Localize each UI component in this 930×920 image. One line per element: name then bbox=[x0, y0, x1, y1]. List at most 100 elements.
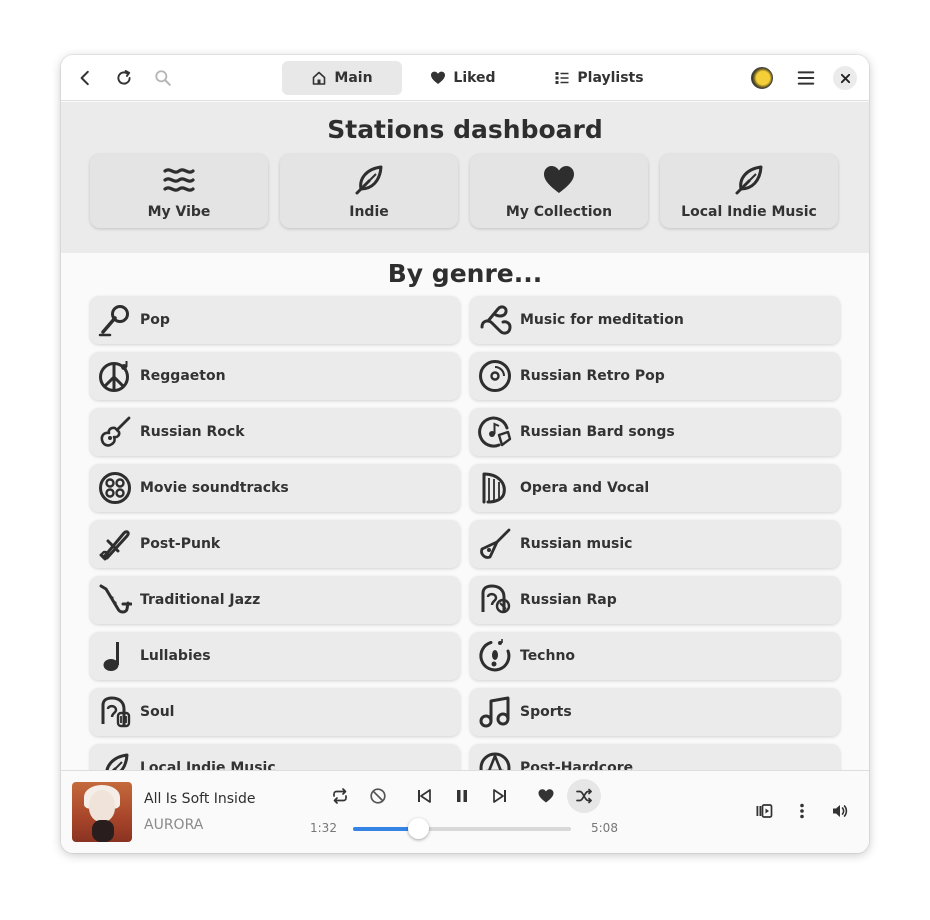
pause-icon bbox=[457, 790, 467, 802]
repeat-button[interactable] bbox=[325, 781, 355, 811]
shuffle-icon bbox=[576, 788, 592, 804]
waves-icon bbox=[163, 168, 195, 192]
more-vertical-icon bbox=[800, 803, 804, 819]
heart-icon bbox=[544, 166, 574, 193]
genre-lullabies[interactable]: Lullabies bbox=[90, 632, 460, 680]
genre-russian-bard-songs[interactable]: Russian Bard songs bbox=[470, 408, 840, 456]
dislike-button[interactable] bbox=[363, 781, 393, 811]
genre-label: Russian Bard songs bbox=[520, 424, 675, 440]
genre-label: Soul bbox=[140, 704, 175, 720]
genre-russian-rock[interactable]: Russian Rock bbox=[90, 408, 460, 456]
microphone-icon bbox=[98, 305, 129, 337]
volume-button[interactable] bbox=[825, 796, 855, 826]
lotus-icon bbox=[480, 305, 512, 335]
close-icon bbox=[840, 73, 850, 83]
genre-label: Local Indie Music bbox=[140, 760, 276, 770]
genre-label: Russian Rock bbox=[140, 424, 245, 440]
station-label: My Collection bbox=[505, 204, 613, 220]
back-button[interactable] bbox=[69, 62, 101, 94]
genre-pop[interactable]: Pop bbox=[90, 296, 460, 344]
tab-liked[interactable]: Liked bbox=[402, 61, 524, 95]
refresh-button[interactable] bbox=[108, 62, 140, 94]
vinyl-icon bbox=[479, 360, 511, 392]
genre-post-punk[interactable]: Post-Punk bbox=[90, 520, 460, 568]
main-content[interactable]: Stations dashboard My Vibe Indie My Coll… bbox=[61, 102, 869, 770]
avatar[interactable] bbox=[751, 67, 773, 89]
album-cover[interactable] bbox=[72, 782, 132, 842]
peace-note-icon bbox=[99, 361, 129, 392]
genre-label: Russian music bbox=[520, 536, 633, 552]
play-pause-button[interactable] bbox=[447, 781, 477, 811]
list-icon bbox=[555, 72, 569, 84]
genre-label: Russian Rap bbox=[520, 592, 617, 608]
tab-liked-label: Liked bbox=[453, 70, 496, 86]
genre-movie-soundtracks[interactable]: Movie soundtracks bbox=[90, 464, 460, 512]
genre-label: Traditional Jazz bbox=[140, 592, 261, 608]
app-window: Main Liked Playlists Stations dashboard bbox=[61, 55, 869, 853]
next-track-button[interactable] bbox=[485, 781, 515, 811]
station-label: Local Indie Music bbox=[681, 204, 817, 220]
more-options-button[interactable] bbox=[787, 796, 817, 826]
genre-soul[interactable]: Soul bbox=[90, 688, 460, 736]
genre-opera-and-vocal[interactable]: Opera and Vocal bbox=[470, 464, 840, 512]
genre-post-hardcore[interactable]: Post-Hardcore bbox=[470, 744, 840, 770]
film-reel-icon bbox=[99, 472, 131, 504]
view-switcher: Main Liked Playlists bbox=[282, 61, 674, 95]
like-button[interactable] bbox=[531, 781, 561, 811]
genre-reggaeton[interactable]: Reggaeton bbox=[90, 352, 460, 400]
genre-russian-rap[interactable]: Russian Rap bbox=[470, 576, 840, 624]
soul-face-icon bbox=[101, 696, 131, 728]
elapsed-time: 1:32 bbox=[310, 821, 337, 835]
seek-bar[interactable] bbox=[353, 827, 571, 831]
genres-title: By genre... bbox=[387, 259, 543, 288]
genre-label: Russian Retro Pop bbox=[520, 368, 665, 384]
queue-icon bbox=[756, 804, 773, 818]
genre-label: Reggaeton bbox=[140, 368, 226, 384]
genre-russian-music[interactable]: Russian music bbox=[470, 520, 840, 568]
refresh-icon bbox=[117, 70, 131, 85]
main-menu-button[interactable] bbox=[790, 62, 822, 94]
stations-dashboard: Stations dashboard My Vibe Indie My Coll… bbox=[61, 102, 869, 253]
tab-playlists[interactable]: Playlists bbox=[524, 61, 674, 95]
genre-label: Techno bbox=[520, 648, 576, 664]
search-button[interactable] bbox=[147, 62, 179, 94]
home-icon bbox=[313, 71, 326, 85]
station-indie[interactable]: Indie bbox=[280, 154, 458, 228]
total-duration: 5:08 bbox=[591, 821, 618, 835]
previous-track-button[interactable] bbox=[409, 781, 439, 811]
skip-back-icon bbox=[418, 789, 431, 803]
genre-techno[interactable]: Techno bbox=[470, 632, 840, 680]
seek-bar-handle[interactable] bbox=[407, 818, 429, 839]
dashboard-title: Stations dashboard bbox=[327, 115, 603, 144]
volume-icon bbox=[833, 805, 848, 817]
repeat-icon bbox=[333, 788, 347, 804]
tab-playlists-label: Playlists bbox=[577, 70, 644, 86]
safety-pin-icon bbox=[99, 530, 130, 561]
hamburger-menu-icon bbox=[797, 71, 815, 85]
genre-label: Music for meditation bbox=[520, 312, 684, 328]
station-local-indie-music[interactable]: Local Indie Music bbox=[660, 154, 838, 228]
skip-forward-icon bbox=[493, 789, 506, 803]
shuffle-button[interactable] bbox=[567, 779, 601, 813]
feather-icon bbox=[735, 165, 763, 195]
close-window-button[interactable] bbox=[833, 66, 857, 90]
saxophone-icon bbox=[99, 584, 132, 614]
track-title[interactable]: All Is Soft Inside bbox=[144, 791, 255, 807]
genre-traditional-jazz[interactable]: Traditional Jazz bbox=[90, 576, 460, 624]
header-bar: Main Liked Playlists bbox=[61, 55, 869, 101]
balalaika-icon bbox=[480, 528, 511, 559]
tab-main[interactable]: Main bbox=[282, 61, 402, 95]
station-my-vibe[interactable]: My Vibe bbox=[90, 154, 268, 228]
music-notes-icon bbox=[479, 696, 510, 728]
genre-local-indie-music[interactable]: Local Indie Music bbox=[90, 744, 460, 770]
genre-music-for-meditation[interactable]: Music for meditation bbox=[470, 296, 840, 344]
genre-sports[interactable]: Sports bbox=[470, 688, 840, 736]
queue-button[interactable] bbox=[749, 796, 779, 826]
genre-label: Post-Hardcore bbox=[520, 760, 634, 770]
genre-russian-retro-pop[interactable]: Russian Retro Pop bbox=[470, 352, 840, 400]
rap-face-icon bbox=[481, 584, 511, 614]
station-my-collection[interactable]: My Collection bbox=[470, 154, 648, 228]
station-label: My Vibe bbox=[147, 204, 211, 220]
search-icon bbox=[155, 70, 171, 86]
track-artist[interactable]: AURORA bbox=[144, 817, 203, 833]
